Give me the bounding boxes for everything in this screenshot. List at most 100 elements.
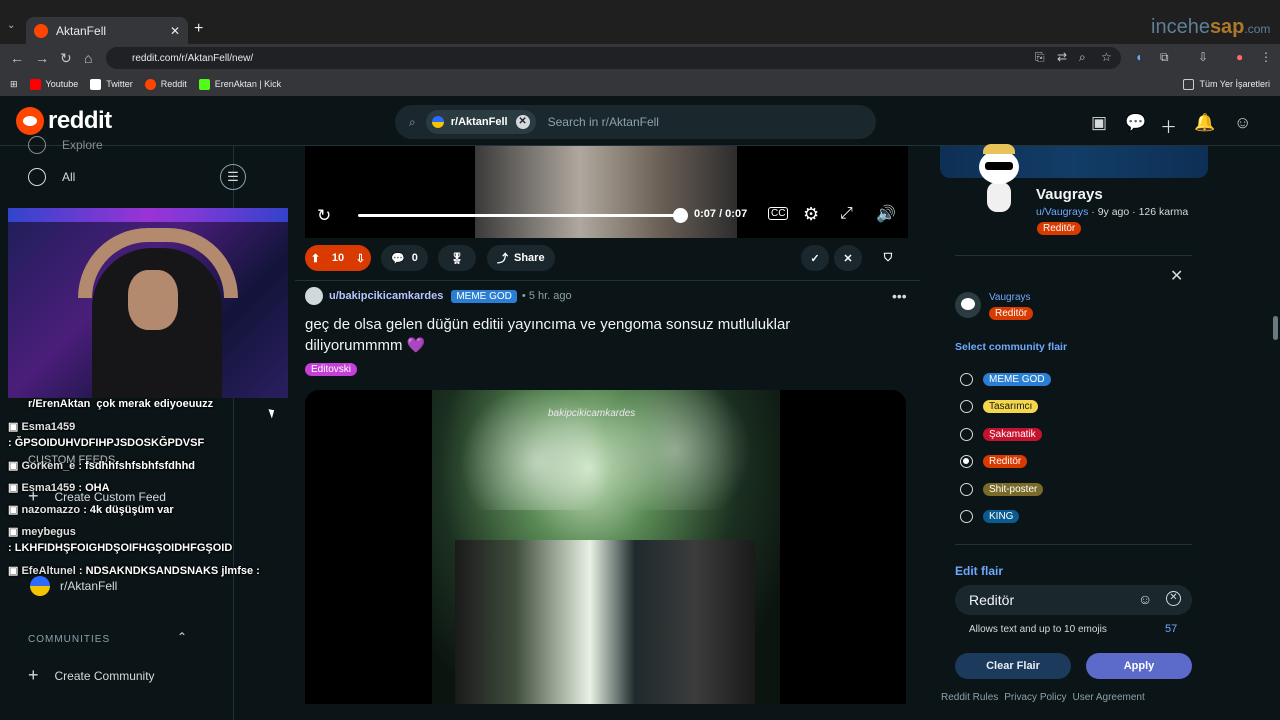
zoom-icon[interactable]: ⌕ [1079,50,1086,65]
collapse-sidebar-button[interactable]: ☰ [220,164,246,190]
seek-bar[interactable] [358,214,680,217]
reddit-favicon-icon [34,23,48,38]
notifications-icon[interactable]: 🔔 [1194,113,1215,133]
chevron-up-icon[interactable]: ⌃ [177,630,187,644]
more-options-icon[interactable]: ••• [892,288,907,304]
url-input[interactable]: reddit.com/r/AktanFell/new/ [106,47,1121,69]
post-flair[interactable]: Editovski [305,363,358,376]
install-icon[interactable]: ⎘ [1035,50,1045,65]
create-post-icon[interactable]: ＋ [1160,113,1177,138]
search-input[interactable]: Search in r/AktanFell [548,115,659,129]
advertise-icon[interactable]: ▣ [1091,113,1107,133]
menu-dots-icon[interactable]: ⋮ [1260,50,1272,64]
extension-icon[interactable]: ◖ [1135,50,1142,64]
flair-option[interactable]: Shit-poster [960,483,1044,496]
apps-icon[interactable]: ⊞ [10,79,18,90]
share-button[interactable]: ⤴ Share [487,245,555,271]
back-icon[interactable]: ← [10,50,24,66]
author-avatar[interactable] [305,287,323,305]
bookmark-twitter[interactable]: Twitter [90,78,133,90]
flair-option[interactable]: Şakamatik [960,428,1042,441]
post-title[interactable]: geç de olsa gelen düğün editii yayıncıma… [305,314,865,356]
footer-link[interactable]: User Agreement [1073,692,1145,703]
radio-button[interactable] [960,483,973,496]
snoo-icon [16,107,44,135]
bookmark-youtube[interactable]: Youtube [29,78,78,90]
replay-icon[interactable]: ↻ [317,206,331,226]
downvote-icon[interactable]: ⇩ [356,252,365,265]
bookmark-reddit[interactable]: Reddit [144,78,187,90]
flair-option[interactable]: MEME GOD [960,373,1051,386]
search-bar[interactable]: ⌕ r/AktanFell ✕ Search in r/AktanFell [395,105,876,139]
flair-option[interactable]: KING [960,510,1020,523]
bookmark-kick[interactable]: ErenAktan | Kick [198,78,281,90]
profile-name[interactable]: Vaugrays [1036,186,1103,203]
scrollbar-thumb[interactable] [1273,316,1278,340]
new-tab-icon[interactable]: + [194,20,203,38]
footer-link[interactable]: Reddit Rules [941,692,998,703]
flair-option[interactable]: Reditör [960,455,1028,468]
author-link[interactable]: u/bakipcikicamkardes [329,290,443,302]
divider [955,544,1192,545]
chat-line: ▣ Gorkem_e : fsdhhfshfsbhfsfdhhd [8,460,196,472]
apply-button[interactable]: Apply [1086,653,1192,679]
twitter-icon [90,78,102,90]
comments-button[interactable]: 💬 0 [381,245,428,271]
chat-line: ▣ Esma1459 : OHA [8,482,110,494]
seek-handle[interactable] [673,208,688,223]
flair-option-label: Tasarımcı [983,400,1039,413]
close-icon[interactable]: ✕ [1170,266,1183,286]
flair-option[interactable]: Tasarımcı [960,400,1039,413]
chat-line: ▣ meybegus [8,526,76,538]
forward-icon[interactable]: → [35,50,49,66]
sidebar-create-community[interactable]: + Create Community [28,665,155,686]
tab-search-icon[interactable]: ⌄ [7,20,21,34]
page-scrollbar[interactable] [1271,146,1280,720]
sidebar-item-all[interactable]: All [28,168,75,186]
sidebar-item-explore[interactable]: Explore [28,136,103,154]
downloads-icon[interactable]: ⇩ [1198,50,1208,64]
upvote-icon[interactable]: ⬆ [311,252,320,265]
radio-button[interactable] [960,510,973,523]
chat-icon[interactable]: 💬 [1125,113,1146,133]
browser-tab[interactable]: AktanFell ✕ [26,17,188,44]
radio-button[interactable] [960,400,973,413]
volume-icon[interactable]: 🔊 [876,204,896,224]
radio-button[interactable] [960,455,973,468]
vote-control[interactable]: ⬆ 10 ⇩ [305,245,371,271]
remove-button[interactable]: ✕ [834,245,862,271]
settings-gear-icon[interactable]: ⚙ [803,204,819,225]
reddit-logo[interactable]: reddit [16,107,112,135]
profile-icon[interactable]: ● [1236,50,1243,64]
extensions-puzzle-icon[interactable]: ⧉ [1160,50,1169,65]
radio-button[interactable] [960,428,973,441]
mod-shield-button[interactable]: ⛉ [874,245,902,271]
close-tab-icon[interactable]: ✕ [170,24,180,38]
footer-link[interactable]: Privacy Policy [1004,692,1066,703]
user-avatar[interactable]: ☺ [1234,113,1251,133]
footer-links: Reddit Rules Privacy Policy User Agreeme… [941,692,1151,703]
share-icon: ⤴ [497,253,508,265]
post-meta: u/bakipcikicamkardes MEME GOD • 5 hr. ag… [305,287,572,305]
approve-button[interactable]: ✓ [801,245,829,271]
home-icon[interactable]: ⌂ [84,50,92,66]
video-player-2[interactable]: bakipcikicamkardes [305,390,906,704]
author-flair: MEME GOD [451,289,517,303]
sidebar-item-aktanfell[interactable]: r/AktanFell [30,576,117,596]
fullscreen-icon[interactable]: ⤢ [840,205,853,223]
captions-icon[interactable]: CC [768,207,789,220]
bookmarks-folder[interactable]: Tüm Yer İşaretleri [1183,78,1270,90]
emoji-icon[interactable]: ☺ [1138,591,1152,607]
radio-button[interactable] [960,373,973,386]
post-time: 5 hr. ago [528,290,572,302]
award-button[interactable]: 🎖 [438,245,476,271]
subreddit-chip[interactable]: r/AktanFell ✕ [425,110,536,134]
clear-chip-icon[interactable]: ✕ [515,115,530,129]
edit-flair-input[interactable]: Reditör ☺ ✕ [955,585,1192,615]
translate-icon[interactable]: ⇄ [1057,50,1067,64]
star-icon[interactable]: ☆ [1101,50,1112,64]
flair-option-label: KING [983,510,1020,523]
clear-flair-button[interactable]: Clear Flair [955,653,1071,679]
clear-input-icon[interactable]: ✕ [1166,591,1181,606]
reload-icon[interactable]: ↻ [60,50,72,67]
